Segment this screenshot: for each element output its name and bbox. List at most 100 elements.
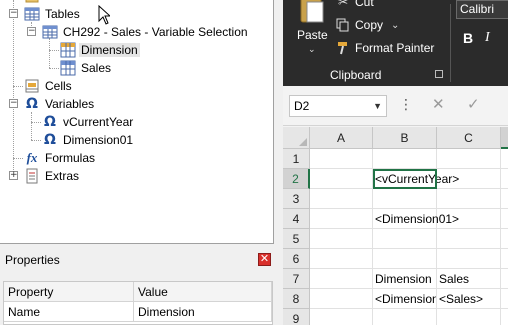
tree-connector — [49, 68, 59, 69]
select-all-button[interactable] — [283, 127, 310, 149]
row-header[interactable]: 4 — [283, 209, 310, 229]
collapse-toggle[interactable]: − — [9, 9, 18, 18]
empty-cell[interactable] — [373, 189, 437, 209]
tree-item-tables[interactable]: Tables — [24, 5, 82, 23]
row-header[interactable]: 3 — [283, 189, 310, 209]
tree-connector — [31, 140, 41, 141]
empty-cell[interactable] — [310, 189, 373, 209]
empty-cell[interactable] — [501, 189, 508, 209]
more-options-icon[interactable]: ⋮ — [399, 96, 413, 113]
tree-item-label: CH292 - Sales - Variable Selection — [63, 25, 248, 39]
cut-button[interactable]: ✂ Cut — [335, 0, 374, 10]
empty-cell[interactable] — [437, 309, 501, 325]
tree-item-dimension[interactable]: Dimension — [60, 41, 140, 59]
column-header-value[interactable]: Value — [134, 282, 272, 302]
paste-button[interactable]: Paste — [297, 28, 328, 42]
chevron-down-icon[interactable]: ⌄ — [391, 20, 399, 31]
empty-cell[interactable] — [501, 149, 508, 169]
properties-row[interactable]: Name Dimension — [4, 302, 272, 322]
tree-item-vcurrentyear[interactable]: Ω vCurrentYear — [42, 113, 135, 131]
tree-item-label: Sales — [81, 61, 112, 75]
ribbon: Paste ⌄ ✂ Cut Copy ⌄ Format Painter Cali… — [283, 0, 508, 86]
copy-button[interactable]: Copy ⌄ — [335, 17, 399, 33]
tree-item-cells[interactable]: Cells — [24, 77, 74, 95]
row-header[interactable]: 5 — [283, 229, 310, 249]
format-painter-button[interactable]: Format Painter — [335, 40, 434, 56]
tree-connector — [31, 112, 32, 140]
chevron-down-icon[interactable]: ▼ — [373, 96, 382, 116]
empty-cell[interactable] — [501, 169, 508, 189]
empty-cell[interactable] — [501, 229, 508, 249]
cell-b7[interactable]: Dimension — [373, 269, 437, 289]
object-tree[interactable]: − Tables − CH292 - Sales - Variable Sele… — [0, 0, 274, 244]
tree-item-extras[interactable]: Extras — [24, 167, 81, 185]
cells-icon — [24, 78, 40, 94]
empty-cell[interactable] — [373, 309, 437, 325]
scissors-icon: ✂ — [337, 0, 349, 9]
row-header[interactable]: 7 — [283, 269, 310, 289]
cell-b4[interactable]: <Dimension01> — [373, 209, 501, 229]
empty-cell[interactable] — [373, 149, 437, 169]
close-icon[interactable]: ✕ — [258, 253, 271, 266]
dialog-launcher-icon[interactable] — [435, 70, 443, 78]
bold-button[interactable]: B — [463, 30, 473, 46]
collapse-toggle[interactable]: − — [9, 99, 18, 108]
empty-cell[interactable] — [501, 209, 508, 229]
row-header[interactable]: 2 — [283, 169, 310, 189]
empty-cell[interactable] — [310, 289, 373, 309]
worksheet-grid[interactable]: A B C 1 2 3 4 5 6 7 8 9 <vCurrentYear> <… — [283, 127, 508, 325]
empty-cell[interactable] — [437, 229, 501, 249]
empty-cell[interactable] — [310, 169, 373, 189]
empty-cell[interactable] — [501, 249, 508, 269]
empty-cell[interactable] — [310, 269, 373, 289]
tree-item-label: Formulas — [45, 151, 96, 165]
cell-c8[interactable]: <Sales> — [437, 289, 501, 309]
empty-cell[interactable] — [501, 309, 508, 325]
cell-c7[interactable]: Sales — [437, 269, 501, 289]
chevron-down-icon[interactable]: ⌄ — [308, 44, 316, 55]
font-name-box[interactable]: Calibri — [456, 0, 508, 19]
tree-item-ch292[interactable]: CH292 - Sales - Variable Selection — [42, 23, 250, 41]
empty-cell[interactable] — [310, 229, 373, 249]
tree-item-dimension01[interactable]: Ω Dimension01 — [42, 131, 135, 149]
name-box-value: D2 — [294, 99, 310, 113]
row-header[interactable]: 8 — [283, 289, 310, 309]
row-header[interactable]: 1 — [283, 149, 310, 169]
cancel-icon[interactable]: ✕ — [432, 95, 445, 113]
column-header-b[interactable]: B — [373, 127, 437, 149]
cell-b2[interactable]: <vCurrentYear> — [373, 169, 501, 189]
tree-item-variables[interactable]: Ω Variables — [24, 95, 96, 113]
tree-item-sales[interactable]: Sales — [60, 59, 113, 77]
empty-cell[interactable] — [373, 229, 437, 249]
property-value[interactable]: Dimension — [134, 302, 272, 322]
extras-icon — [24, 168, 40, 184]
empty-cell[interactable] — [373, 249, 437, 269]
empty-cell[interactable] — [310, 149, 373, 169]
copy-icon — [335, 17, 351, 33]
empty-cell[interactable] — [310, 209, 373, 229]
column-header-d[interactable] — [501, 127, 508, 149]
table-cell-icon — [60, 60, 76, 76]
italic-button[interactable]: I — [485, 30, 490, 46]
column-header-c[interactable]: C — [437, 127, 501, 149]
paste-icon[interactable] — [297, 0, 327, 26]
tree-item-formulas[interactable]: fx Formulas — [24, 149, 97, 167]
column-header-property[interactable]: Property — [4, 282, 134, 302]
empty-cell[interactable] — [501, 289, 508, 309]
row-header[interactable]: 9 — [283, 309, 310, 325]
cell-b8[interactable]: <Dimension01> — [373, 289, 437, 309]
empty-cell[interactable] — [437, 149, 501, 169]
empty-cell[interactable] — [310, 309, 373, 325]
empty-cell[interactable] — [310, 249, 373, 269]
name-box[interactable]: D2 ▼ — [289, 95, 387, 117]
empty-cell[interactable] — [501, 269, 508, 289]
tree-item-label: vCurrentYear — [63, 115, 134, 129]
property-name: Name — [4, 302, 134, 322]
enter-icon[interactable]: ✓ — [467, 95, 480, 113]
collapse-toggle[interactable]: − — [27, 27, 36, 36]
empty-cell[interactable] — [437, 249, 501, 269]
empty-cell[interactable] — [437, 189, 501, 209]
expand-toggle[interactable]: + — [9, 171, 18, 180]
row-header[interactable]: 6 — [283, 249, 310, 269]
column-header-a[interactable]: A — [310, 127, 373, 149]
